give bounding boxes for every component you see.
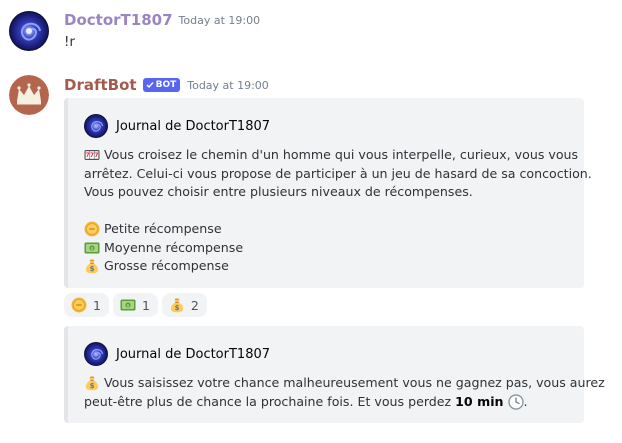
username[interactable]: DoctorT1807	[64, 11, 173, 29]
embed-journal: Journal de DoctorT1807 Vous croisez le c…	[64, 98, 592, 288]
timestamp: Today at 19:00	[187, 78, 269, 92]
reaction-count: 1	[141, 297, 150, 313]
result-line: Vous saisissez votre chance malheureusem…	[84, 374, 605, 393]
dollar-banknote-icon	[120, 297, 136, 313]
slot-machine-icon	[84, 147, 100, 163]
option-grosse: Grosse récompense	[84, 257, 570, 276]
clock-icon	[508, 394, 524, 410]
money-bag-icon	[84, 258, 100, 274]
money-bag-icon	[169, 297, 185, 313]
money-bag-icon	[84, 375, 100, 391]
embed-author: Journal de DoctorT1807	[84, 114, 270, 138]
bot-tag: BOT	[142, 78, 181, 92]
message-content: !r	[64, 34, 75, 50]
reactions-bar: 1 1 2	[64, 293, 207, 317]
dollar-banknote-icon	[84, 240, 100, 256]
embed-author-name[interactable]: Journal de DoctorT1807	[116, 119, 270, 134]
embed-description: Vous croisez le chemin d'un homme qui vo…	[84, 146, 592, 276]
bot-avatar[interactable]	[9, 75, 49, 115]
embed-result: Journal de DoctorT1807 Vous saisissez vo…	[64, 326, 605, 423]
user-avatar[interactable]	[9, 11, 49, 51]
reaction-count: 1	[93, 297, 101, 313]
coin-icon	[71, 297, 87, 313]
reaction-count: 2	[190, 297, 199, 313]
result-line: peut-être plus de chance la prochaine fo…	[84, 393, 570, 412]
bot-username[interactable]: DraftBot	[64, 76, 137, 94]
reaction-money-bag[interactable]: 2	[161, 293, 207, 317]
desc-line: arrêtez. Celui-ci vous propose de partic…	[84, 165, 592, 181]
author-avatar	[84, 342, 108, 366]
coin-icon	[84, 221, 100, 237]
desc-line: Vous croisez le chemin d'un homme qui vo…	[84, 146, 578, 165]
timestamp: Today at 19:00	[178, 13, 261, 27]
embed-author-name[interactable]: Journal de DoctorT1807	[116, 347, 270, 362]
reaction-coin[interactable]: 1	[64, 293, 109, 317]
embed-author: Journal de DoctorT1807	[84, 342, 270, 366]
option-petite: Petite récompense	[84, 220, 570, 239]
desc-line: Vous pouvez choisir entre plusieurs nive…	[84, 184, 473, 199]
reaction-banknote[interactable]: 1	[112, 293, 158, 317]
embed-description: Vous saisissez votre chance malheureusem…	[84, 374, 605, 412]
time-lost: 10 min	[455, 393, 504, 409]
option-moyenne: Moyenne récompense	[84, 239, 570, 258]
author-avatar	[84, 114, 108, 138]
checkmark-icon	[146, 82, 154, 89]
